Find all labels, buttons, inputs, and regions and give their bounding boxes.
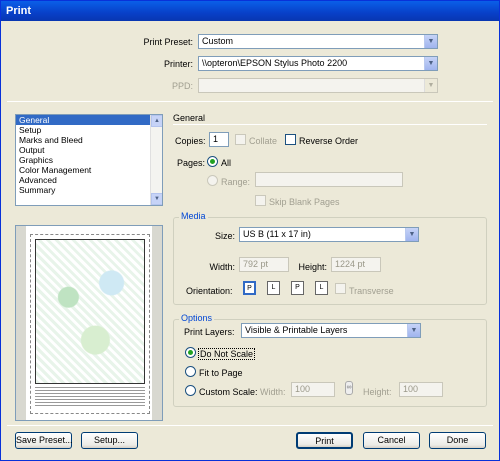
category-list[interactable]: General Setup Marks and Bleed Output Gra… — [15, 114, 163, 206]
transverse-label: Transverse — [349, 286, 394, 296]
pages-range-radio[interactable] — [207, 175, 218, 186]
scale-width-field[interactable]: 100 — [291, 382, 335, 397]
radio-selected-icon — [188, 350, 193, 355]
scroll-up-icon[interactable]: ▲ — [151, 115, 162, 127]
scale-width-label: Width: — [260, 387, 286, 397]
height-label: Height: — [298, 262, 327, 272]
pages-label: Pages: — [177, 158, 206, 168]
reverse-order-checkbox[interactable] — [285, 134, 296, 145]
print-preview — [15, 225, 163, 421]
print-preset-select[interactable]: Custom ▼ — [198, 34, 438, 49]
print-layers-select[interactable]: Visible & Printable Layers ▼ — [241, 323, 421, 338]
range-field[interactable] — [255, 172, 403, 187]
printer-select[interactable]: \\opteron\EPSON Stylus Photo 2200 ▼ — [198, 56, 438, 71]
print-preset-value: Custom — [202, 36, 234, 46]
preview-margin — [152, 226, 162, 420]
list-item[interactable]: Graphics — [16, 155, 150, 165]
collate-checkbox[interactable] — [235, 134, 246, 145]
print-layers-label: Print Layers: — [184, 327, 235, 337]
list-item[interactable]: Output — [16, 145, 150, 155]
ppd-label: PPD: — [171, 81, 193, 91]
fit-to-page-radio[interactable] — [185, 366, 196, 377]
pages-range-label: Range: — [221, 177, 251, 187]
list-item[interactable]: Advanced — [16, 175, 150, 185]
fit-to-page-label: Fit to Page — [199, 368, 243, 378]
do-not-scale-radio[interactable] — [185, 347, 196, 358]
height-field[interactable]: 1224 pt — [331, 257, 381, 272]
custom-scale-radio[interactable] — [185, 385, 196, 396]
print-button[interactable]: Print — [296, 432, 353, 449]
ppd-select[interactable]: ▼ — [198, 78, 438, 93]
preview-map-image — [35, 239, 145, 384]
copies-label: Copies: — [175, 136, 206, 146]
list-item[interactable]: Setup — [16, 125, 150, 135]
chevron-down-icon: ▼ — [424, 57, 437, 70]
media-group-title: Media — [179, 211, 208, 221]
skip-blank-checkbox[interactable] — [255, 195, 266, 206]
landscape-icon[interactable]: L — [267, 281, 280, 295]
list-item[interactable]: Color Management — [16, 165, 150, 175]
setup-button[interactable]: Setup... — [81, 432, 138, 449]
width-label: Width: — [209, 262, 235, 272]
chevron-down-icon: ▼ — [405, 228, 418, 241]
link-icon[interactable]: ∞ — [345, 381, 353, 395]
reverse-order-label: Reverse Order — [299, 136, 359, 146]
preview-text-lines — [35, 387, 145, 407]
window-title: Print — [1, 1, 499, 21]
portrait-icon[interactable]: P — [243, 281, 256, 295]
print-preset-label: Print Preset: — [143, 37, 193, 47]
radio-selected-icon — [210, 159, 215, 164]
list-item[interactable]: General — [16, 115, 150, 125]
pages-all-label: All — [221, 158, 232, 168]
reverse-portrait-icon[interactable]: P — [291, 281, 304, 295]
preview-page — [30, 234, 150, 414]
printer-value: \\opteron\EPSON Stylus Photo 2200 — [202, 58, 348, 68]
custom-scale-label: Custom Scale: — [199, 387, 258, 397]
list-item[interactable]: Marks and Bleed — [16, 135, 150, 145]
print-layers-value: Visible & Printable Layers — [245, 325, 348, 335]
done-button[interactable]: Done — [429, 432, 486, 449]
divider — [7, 425, 493, 426]
reverse-landscape-icon[interactable]: L — [315, 281, 328, 295]
cancel-button[interactable]: Cancel — [363, 432, 420, 449]
size-value: US B (11 x 17 in) — [243, 229, 311, 239]
do-not-scale-label: Do Not Scale — [198, 348, 256, 360]
collate-label: Collate — [249, 136, 278, 146]
list-item[interactable]: Summary — [16, 185, 150, 195]
width-field[interactable]: 792 pt — [239, 257, 289, 272]
scroll-down-icon[interactable]: ▼ — [151, 193, 162, 205]
divider — [7, 101, 493, 102]
scale-height-field[interactable]: 100 — [399, 382, 443, 397]
copies-field[interactable]: 1 — [209, 132, 229, 147]
options-group-title: Options — [179, 313, 215, 323]
skip-blank-label: Skip Blank Pages — [269, 197, 340, 207]
preview-margin — [16, 226, 26, 420]
size-select[interactable]: US B (11 x 17 in) ▼ — [239, 227, 419, 242]
pages-all-radio[interactable] — [207, 156, 218, 167]
orientation-label: Orientation: — [186, 286, 233, 296]
scale-height-label: Height: — [363, 387, 392, 397]
size-label: Size: — [214, 231, 235, 241]
divider — [173, 124, 487, 125]
general-section-title: General — [173, 113, 206, 123]
printer-label: Printer: — [163, 59, 193, 69]
chevron-down-icon: ▼ — [424, 35, 437, 48]
chevron-down-icon: ▼ — [407, 324, 420, 337]
save-preset-button[interactable]: Save Preset... — [15, 432, 73, 449]
chevron-down-icon: ▼ — [424, 79, 437, 92]
list-scrollbar[interactable]: ▲ ▼ — [150, 115, 162, 205]
transverse-checkbox[interactable] — [335, 283, 346, 294]
print-dialog: Print Print Preset: Custom ▼ Printer: \\… — [0, 0, 500, 461]
